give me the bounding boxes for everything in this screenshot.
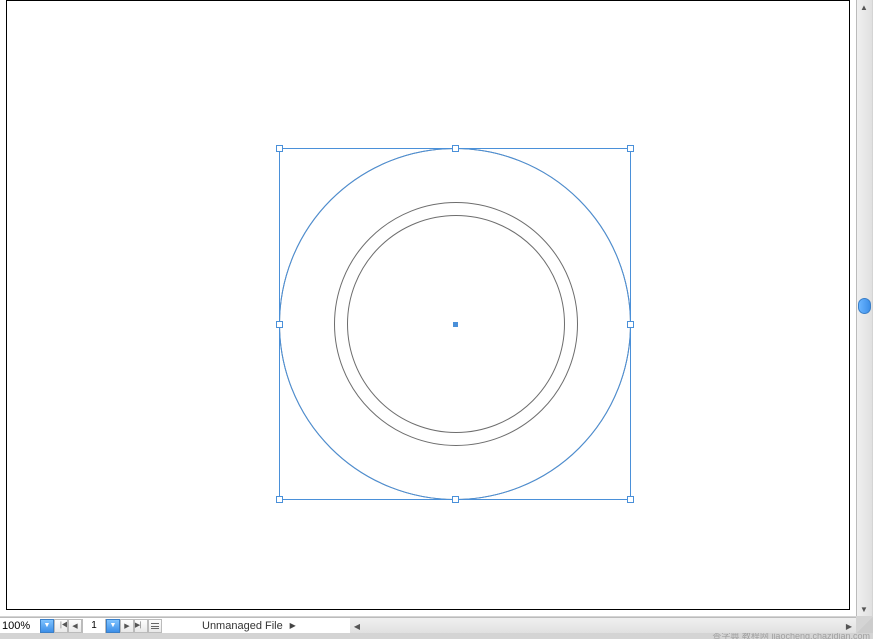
last-icon: ▶⎸: [135, 621, 147, 630]
resize-handle-ml[interactable]: [276, 321, 283, 328]
menu-lines-icon: [151, 623, 159, 629]
horizontal-scrollbar[interactable]: ◀ ▶: [350, 617, 856, 633]
status-expand-icon[interactable]: ▶: [287, 619, 299, 633]
resize-handle-tr[interactable]: [627, 145, 634, 152]
page-input[interactable]: [82, 619, 106, 633]
scroll-down-arrow-icon[interactable]: ▼: [857, 602, 871, 616]
watermark: 查字典 教程网 jiaocheng.chazidian.com: [712, 633, 870, 639]
first-page-button[interactable]: ⎹◀: [54, 619, 68, 633]
resize-handle-mr[interactable]: [627, 321, 634, 328]
scroll-right-arrow-icon[interactable]: ▶: [842, 619, 856, 633]
next-page-button[interactable]: ▶: [120, 619, 134, 633]
last-page-button[interactable]: ▶⎸: [134, 619, 148, 633]
first-icon: ⎹◀: [54, 622, 67, 630]
vertical-scrollbar[interactable]: ▲ ▼: [856, 0, 872, 616]
app-container: ▲ ▼ ▼ ⎹◀ ◀ ▼ ▶ ▶⎸ Unmanaged File ▶ ◀ ▶ 查…: [0, 0, 873, 639]
selection-bounding-box[interactable]: [279, 148, 631, 500]
window-resize-grip[interactable]: [857, 617, 873, 633]
resize-handle-br[interactable]: [627, 496, 634, 503]
resize-handle-bm[interactable]: [452, 496, 459, 503]
file-status-text: Unmanaged File: [202, 620, 283, 632]
zoom-input[interactable]: [0, 618, 40, 633]
scroll-left-arrow-icon[interactable]: ◀: [350, 619, 364, 633]
watermark-text2: 教程网: [742, 633, 769, 639]
watermark-text1: 查字典: [712, 633, 739, 639]
page-dropdown-icon[interactable]: ▼: [106, 619, 120, 633]
resize-handle-tl[interactable]: [276, 145, 283, 152]
selection-center-point: [453, 322, 458, 327]
artboard: [6, 0, 850, 610]
watermark-subtext: jiaocheng.chazidian.com: [771, 633, 870, 639]
resize-handle-bl[interactable]: [276, 496, 283, 503]
scroll-up-arrow-icon[interactable]: ▲: [857, 0, 871, 14]
scroll-thumb-vertical[interactable]: [858, 298, 871, 314]
resize-handle-tm[interactable]: [452, 145, 459, 152]
page-menu-button[interactable]: [148, 619, 162, 633]
canvas-area[interactable]: [0, 0, 856, 616]
zoom-dropdown-icon[interactable]: ▼: [40, 619, 54, 633]
prev-page-button[interactable]: ◀: [68, 619, 82, 633]
status-bar: ▼ ⎹◀ ◀ ▼ ▶ ▶⎸ Unmanaged File ▶: [0, 617, 350, 633]
